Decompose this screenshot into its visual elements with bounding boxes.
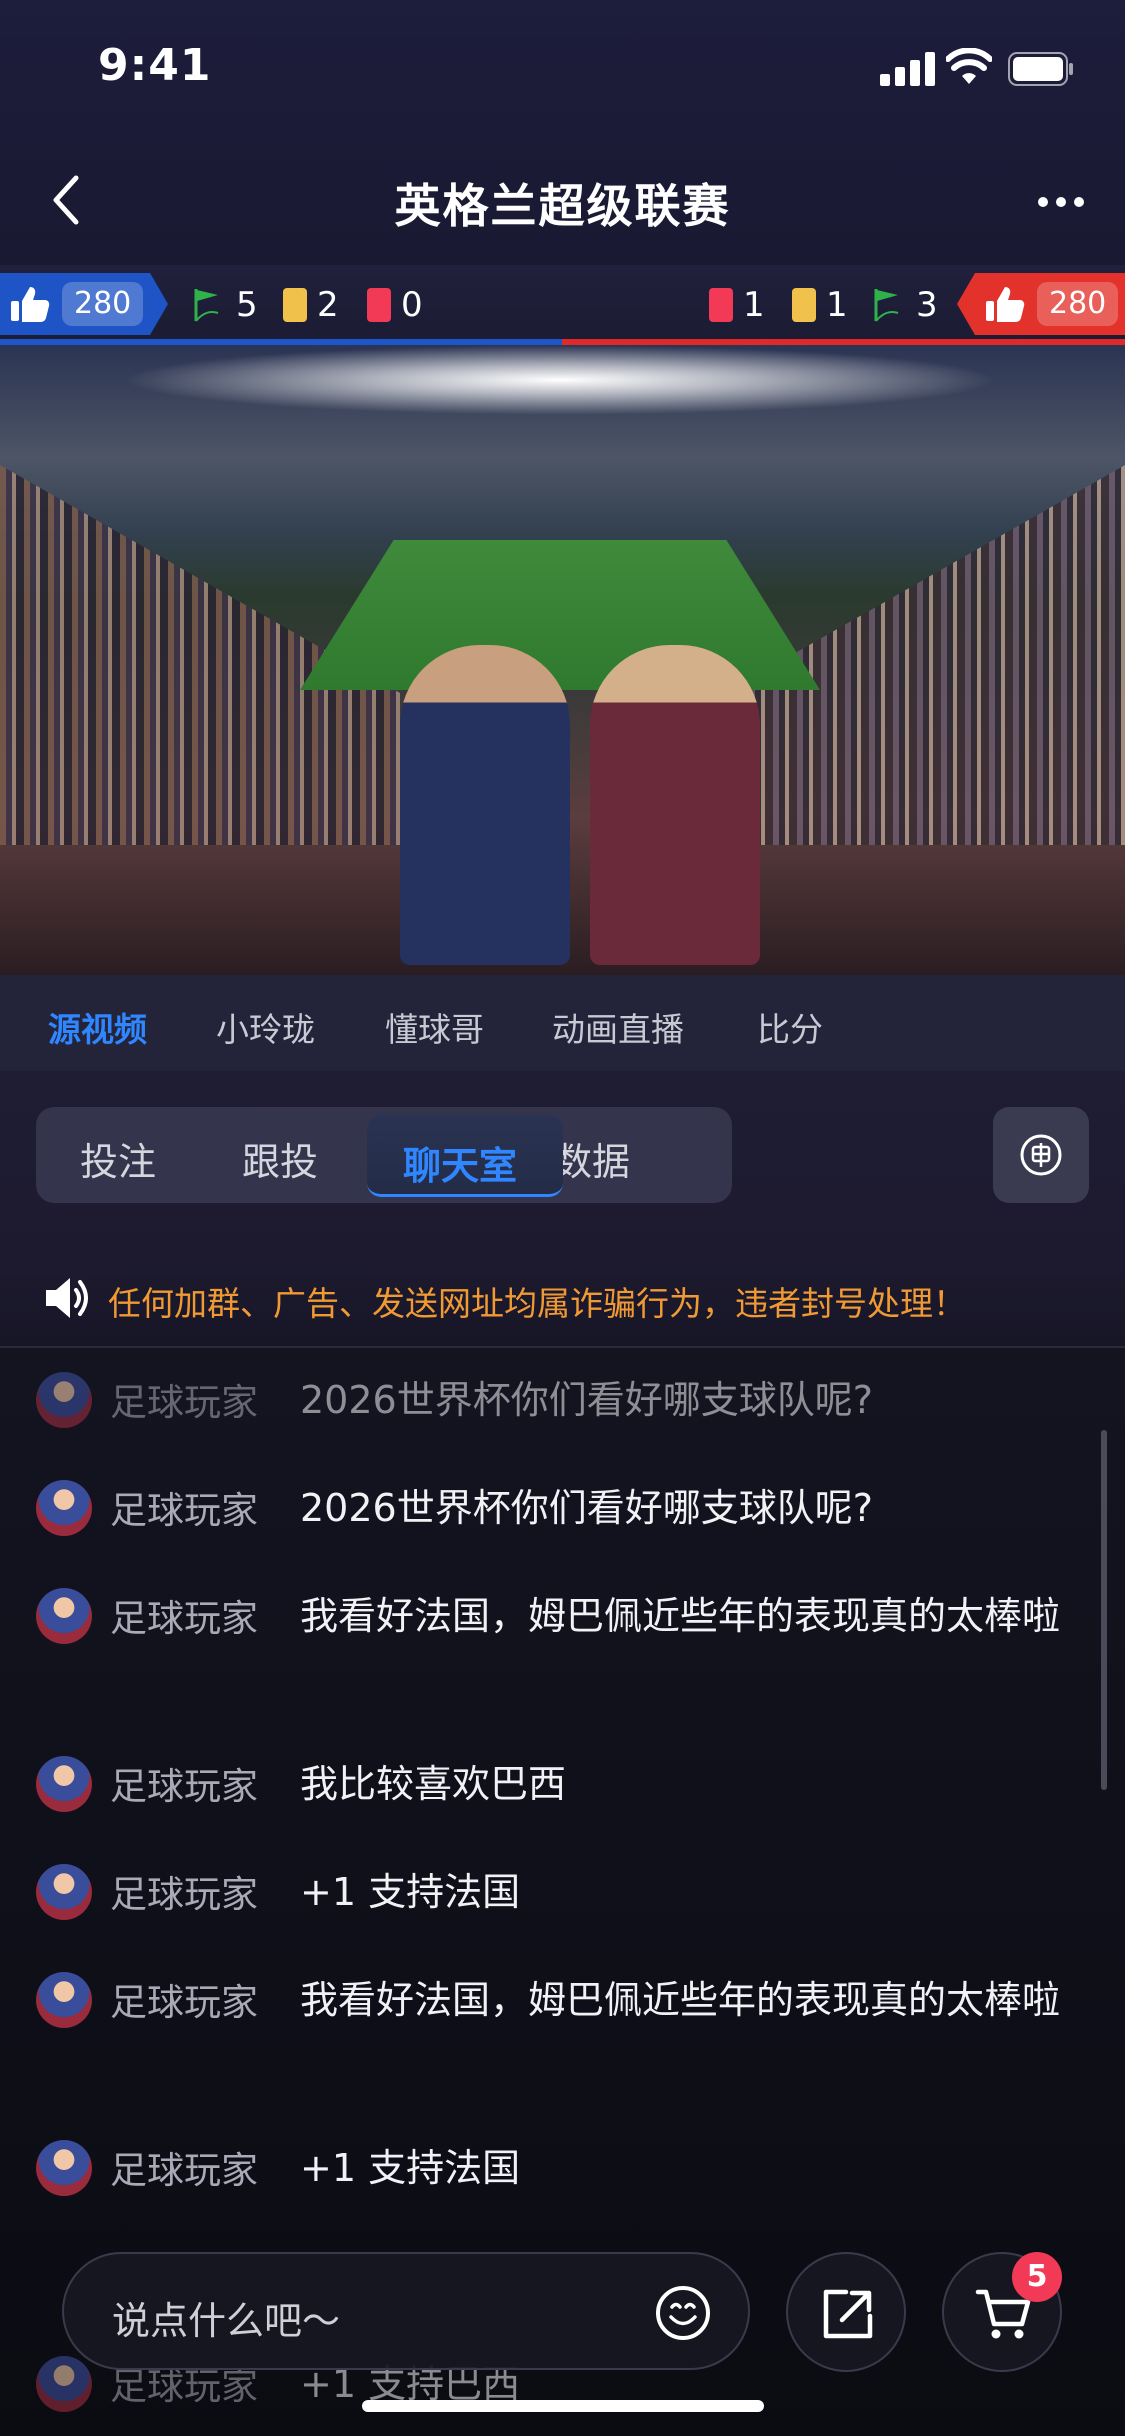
chat-text: 2026世界杯你们看好哪支球队呢? (300, 1486, 873, 1530)
chat-input-field[interactable]: 说点什么吧～ (62, 2252, 750, 2370)
chat-username: 足球玩家 (110, 1597, 258, 1640)
lock-icon (1020, 1134, 1062, 1176)
avatar[interactable] (36, 2140, 92, 2196)
chat-username: 足球玩家 (110, 1765, 258, 1808)
avatar[interactable] (36, 2356, 92, 2412)
home-yellow-cards: 2 (283, 285, 339, 325)
chat-text: 我比较喜欢巴西 (300, 1762, 567, 1806)
emoji-icon[interactable] (654, 2284, 712, 2342)
football-pitch (300, 540, 820, 690)
home-like-count: 280 (62, 282, 144, 326)
yellow-card-icon (283, 288, 307, 322)
avatar[interactable] (36, 1756, 92, 1812)
home-like-button[interactable]: 280 (0, 273, 168, 335)
corner-flag-icon (874, 289, 899, 322)
home-indicator (362, 2400, 764, 2412)
lock-button[interactable] (993, 1107, 1089, 1203)
tab-chatroom[interactable]: 聊天室 (367, 1115, 563, 1197)
tab-bet[interactable]: 投注 (80, 1131, 156, 1186)
away-red-cards: 1 (709, 285, 765, 325)
notice-banner: 任何加群、广告、发送网址均属诈骗行为，违者封号处理！ (0, 1255, 1125, 1345)
corner-flag-icon (194, 289, 219, 322)
red-card-icon (367, 288, 391, 322)
cellular-signal-icon (880, 52, 935, 86)
live-video-player[interactable] (0, 345, 1125, 975)
chat-text: 2026世界杯你们看好哪支球队呢? (300, 1378, 873, 1422)
share-icon (823, 2289, 873, 2339)
status-bar: 9:41 (0, 0, 1125, 130)
tab-follow-bet[interactable]: 跟投 (242, 1131, 318, 1186)
thumbs-up-icon (986, 287, 1025, 322)
red-card-icon (709, 288, 733, 322)
chat-username: 足球玩家 (110, 1981, 258, 2024)
video-source-tabs: 源视频 小玲珑 懂球哥 动画直播 比分 (0, 975, 1125, 1071)
page-title: 英格兰超级联赛 (394, 179, 731, 233)
away-like-button[interactable]: 280 (957, 273, 1125, 335)
notice-text: 任何加群、广告、发送网址均属诈骗行为，违者封号处理！ (108, 1284, 966, 1323)
speaker-icon (46, 1278, 88, 1318)
stadium-lights (120, 345, 1000, 415)
tab-source-video[interactable]: 源视频 (48, 1003, 147, 1051)
tab-chatroom-label: 聊天室 (403, 1144, 518, 1188)
avatar[interactable] (36, 1972, 92, 2028)
match-stats-bar: 280 5 2 0 1 1 3 280 (0, 265, 1125, 345)
navigation-bar: 英格兰超级联赛 (0, 150, 1125, 250)
wifi-icon (946, 48, 992, 84)
chat-username: 足球玩家 (110, 1489, 258, 1532)
fan-figure (400, 645, 570, 965)
more-options-icon[interactable] (1036, 194, 1086, 210)
home-red-cards: 0 (367, 285, 423, 325)
share-button[interactable] (786, 2252, 906, 2372)
chat-username: 足球玩家 (110, 1873, 258, 1916)
tab-animation-live[interactable]: 动画直播 (552, 1003, 684, 1051)
tab-xiaolinglong[interactable]: 小玲珑 (216, 1003, 315, 1051)
avatar[interactable] (36, 1588, 92, 1644)
chat-text: 我看好法国，姆巴佩近些年的表现真的太棒啦 (300, 1978, 1061, 2022)
away-like-count: 280 (1037, 282, 1119, 326)
chat-username: 足球玩家 (110, 1381, 258, 1424)
avatar[interactable] (36, 1480, 92, 1536)
tab-data[interactable]: 数据 (554, 1131, 630, 1186)
chat-scrollbar[interactable] (1101, 1430, 1107, 1790)
thumbs-up-icon (11, 287, 50, 322)
away-yellow-cards: 1 (792, 285, 848, 325)
avatar[interactable] (36, 1372, 92, 1428)
chat-text: +1 支持法国 (300, 1870, 521, 1914)
cart-badge: 5 (1012, 2252, 1062, 2302)
battery-icon (1008, 52, 1073, 86)
avatar[interactable] (36, 1864, 92, 1920)
chat-text: +1 支持法国 (300, 2146, 521, 2190)
home-corners: 5 (192, 285, 258, 325)
chat-username: 足球玩家 (110, 2149, 258, 2192)
yellow-card-icon (792, 288, 816, 322)
tab-score[interactable]: 比分 (757, 1003, 823, 1051)
status-time: 9:41 (98, 40, 212, 91)
fan-figure (590, 645, 760, 965)
chat-input-placeholder: 说点什么吧～ (112, 2299, 341, 2343)
away-corners: 3 (872, 285, 938, 325)
chat-text: 我看好法国，姆巴佩近些年的表现真的太棒啦 (300, 1594, 1061, 1638)
tab-dongqiuge[interactable]: 懂球哥 (385, 1003, 484, 1051)
